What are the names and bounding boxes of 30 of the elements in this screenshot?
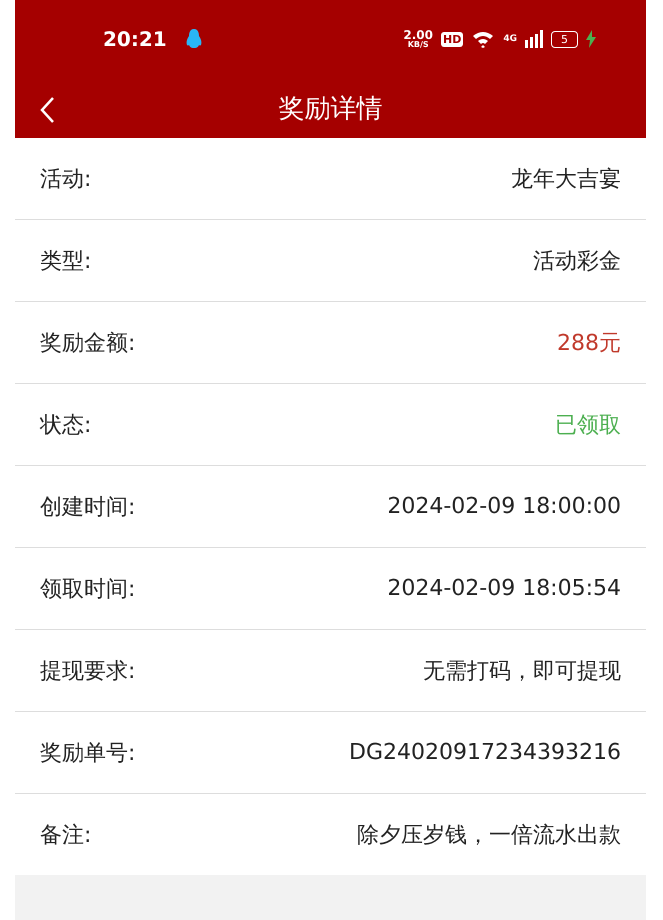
field-value: 已领取 [555,412,621,440]
status-time: 20:21 [103,27,167,51]
field-label: 创建时间: [40,494,136,522]
field-label: 提现要求: [40,658,136,686]
battery-level: 5 [551,30,578,48]
penguin-icon [184,28,203,50]
field-label: 领取时间: [40,576,136,604]
field-value: 龙年大吉宴 [511,166,621,194]
field-label: 活动: [40,166,92,194]
hd-label: HD [441,32,464,46]
page-title: 奖励详情 [278,92,382,126]
speed-value: 2.00 [403,29,433,41]
field-value: 活动彩金 [533,248,621,276]
signal-icon [525,30,543,48]
field-value: 288元 [557,330,621,358]
field-label: 状态: [40,412,92,440]
field-value: 无需打码，即可提现 [423,658,621,686]
field-value: 除夕压岁钱，一倍流水出款 [357,822,621,850]
field-label: 奖励金额: [40,330,136,358]
network-label: 4G [503,34,517,44]
back-icon[interactable] [39,96,55,124]
speed-unit: KB/S [408,41,429,49]
field-label: 奖励单号: [40,740,136,768]
field-label: 类型: [40,248,92,276]
field-value: DG24020917234393216 [349,740,621,765]
field-value: 2024-02-09 18:00:00 [387,494,621,519]
field-label: 备注: [40,822,92,850]
field-value: 2024-02-09 18:05:54 [387,576,621,601]
charging-icon [586,30,596,48]
wifi-icon [471,30,496,48]
